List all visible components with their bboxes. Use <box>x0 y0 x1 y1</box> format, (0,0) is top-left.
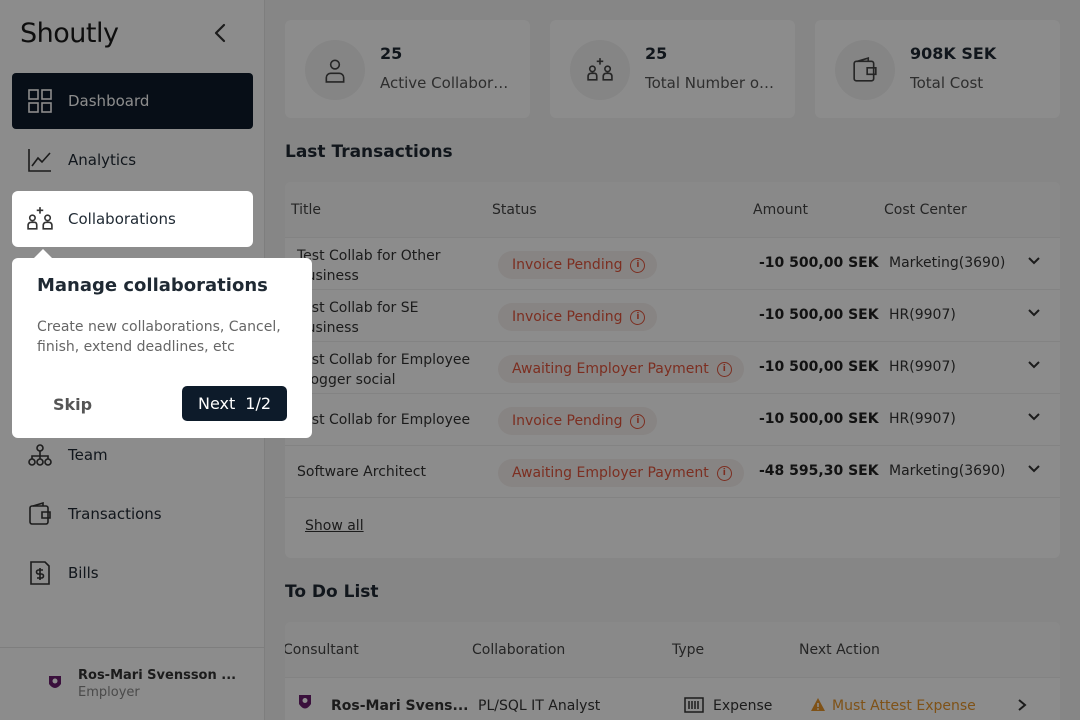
people-plus-icon <box>27 206 53 232</box>
skip-button[interactable]: Skip <box>53 395 92 414</box>
tour-body: Create new collaborations, Cancel, finis… <box>37 319 281 355</box>
next-button[interactable]: Next 1/2 <box>182 386 287 421</box>
next-label: Next <box>197 394 236 413</box>
sidebar-item-label: Collaborations <box>68 210 176 228</box>
sidebar-item-collaborations[interactable]: Collaborations <box>12 191 253 247</box>
tour-title: Manage collaborations <box>37 275 268 296</box>
popover-arrow <box>34 249 52 258</box>
tour-popover: Manage collaborations Create new collabo… <box>12 249 312 438</box>
step-counter: 1/2 <box>245 394 272 413</box>
